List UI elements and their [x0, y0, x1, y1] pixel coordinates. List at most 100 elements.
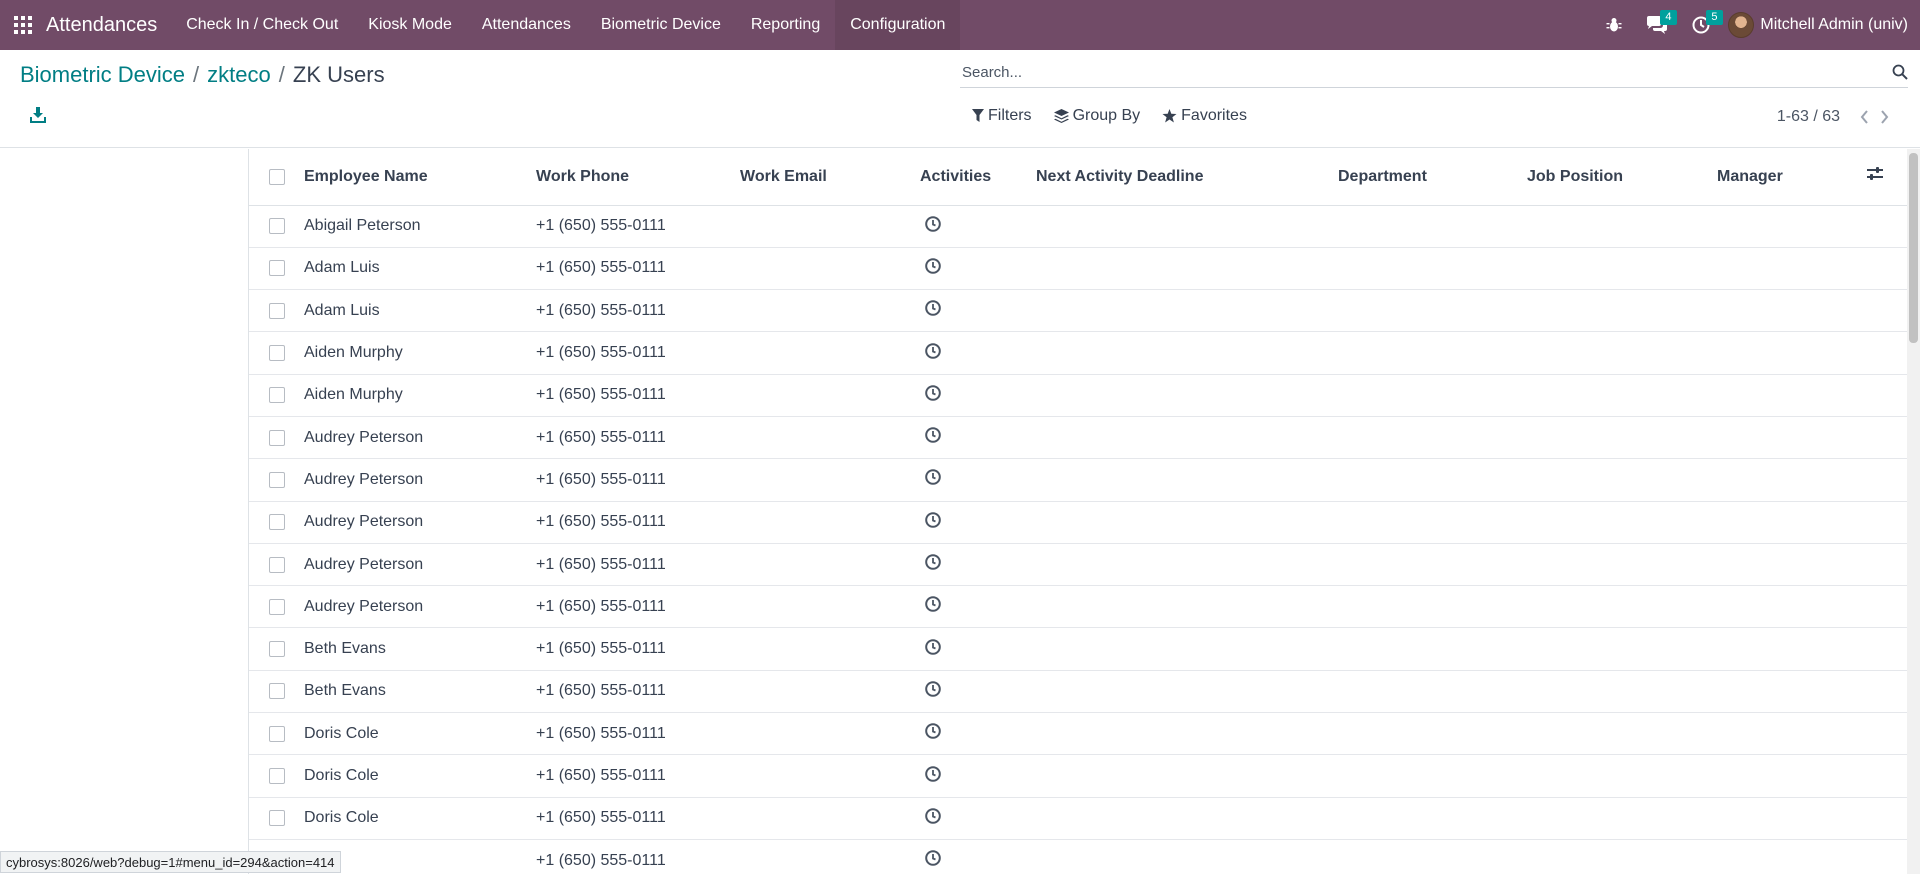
job-position-cell[interactable] [1527, 247, 1717, 289]
job-position-cell[interactable] [1527, 416, 1717, 458]
menu-attendances[interactable]: Attendances [467, 0, 586, 50]
group-by-button[interactable]: Group By [1053, 107, 1140, 125]
activity-clock-icon[interactable] [925, 638, 941, 655]
work-phone-cell[interactable]: +1 (650) 555-0111 [536, 628, 740, 670]
column-employee-name[interactable]: Employee Name [304, 149, 536, 205]
department-cell[interactable] [1338, 839, 1527, 874]
row-checkbox[interactable] [269, 725, 285, 742]
job-position-cell[interactable] [1527, 205, 1717, 247]
work-phone-cell[interactable]: +1 (650) 555-0111 [536, 290, 740, 332]
row-checkbox[interactable] [269, 683, 285, 700]
activity-clock-icon[interactable] [925, 258, 941, 274]
employee-name-cell[interactable]: Doris Cole [304, 755, 536, 797]
employee-name-cell[interactable]: Audrey Peterson [304, 416, 536, 458]
manager-cell[interactable] [1717, 374, 1867, 416]
column-department[interactable]: Department [1338, 149, 1527, 205]
work-email-cell[interactable] [740, 205, 920, 247]
row-checkbox[interactable] [269, 260, 285, 277]
work-email-cell[interactable] [740, 670, 920, 712]
next-activity-deadline-cell[interactable] [1036, 416, 1338, 458]
job-position-cell[interactable] [1527, 797, 1717, 839]
department-cell[interactable] [1338, 290, 1527, 332]
next-activity-deadline-cell[interactable] [1036, 670, 1338, 712]
job-position-cell[interactable] [1527, 290, 1717, 332]
table-row[interactable]: Audrey Peterson +1 (650) 555-0111 [249, 501, 1907, 544]
department-cell[interactable] [1338, 459, 1527, 501]
job-position-cell[interactable] [1527, 374, 1717, 416]
department-cell[interactable] [1338, 586, 1527, 628]
work-phone-cell[interactable]: +1 (650) 555-0111 [536, 755, 740, 797]
row-checkbox[interactable] [269, 768, 285, 784]
department-cell[interactable] [1338, 416, 1527, 458]
department-cell[interactable] [1338, 543, 1527, 585]
row-checkbox[interactable] [269, 429, 285, 446]
search-icon[interactable] [1892, 64, 1908, 85]
job-position-cell[interactable] [1527, 501, 1717, 543]
department-cell[interactable] [1338, 797, 1527, 839]
work-email-cell[interactable] [740, 628, 920, 670]
user-menu[interactable]: Mitchell Admin (univ) [1722, 12, 1908, 38]
work-phone-cell[interactable]: +1 (650) 555-0111 [536, 543, 740, 585]
work-email-cell[interactable] [740, 459, 920, 501]
app-name[interactable]: Attendances [46, 14, 157, 37]
employee-name-cell[interactable]: Aiden Murphy [304, 332, 536, 374]
next-activity-deadline-cell[interactable] [1036, 839, 1338, 874]
department-cell[interactable] [1338, 501, 1527, 543]
table-row[interactable]: Doris Cole +1 (650) 555-0111 [249, 755, 1907, 798]
column-job-position[interactable]: Job Position [1527, 149, 1717, 205]
row-checkbox[interactable] [269, 302, 285, 319]
department-cell[interactable] [1338, 374, 1527, 416]
activity-clock-icon[interactable] [925, 342, 941, 359]
pager-next-icon[interactable] [1874, 110, 1894, 124]
menu-biometric-device[interactable]: Biometric Device [586, 0, 736, 50]
work-phone-cell[interactable]: +1 (650) 555-0111 [536, 501, 740, 543]
activity-clock-icon[interactable] [925, 850, 941, 866]
work-email-cell[interactable] [740, 332, 920, 374]
work-phone-cell[interactable]: +1 (650) 555-0111 [536, 459, 740, 501]
table-row[interactable]: +1 (650) 555-0111 [249, 839, 1907, 874]
work-phone-cell[interactable]: +1 (650) 555-0111 [536, 586, 740, 628]
manager-cell[interactable] [1717, 628, 1867, 670]
department-cell[interactable] [1338, 755, 1527, 797]
next-activity-deadline-cell[interactable] [1036, 586, 1338, 628]
employee-name-cell[interactable]: Abigail Peterson [304, 205, 536, 247]
next-activity-deadline-cell[interactable] [1036, 290, 1338, 332]
work-email-cell[interactable] [740, 543, 920, 585]
next-activity-deadline-cell[interactable] [1036, 628, 1338, 670]
employee-name-cell[interactable]: Audrey Peterson [304, 586, 536, 628]
next-activity-deadline-cell[interactable] [1036, 543, 1338, 585]
work-email-cell[interactable] [740, 374, 920, 416]
next-activity-deadline-cell[interactable] [1036, 374, 1338, 416]
work-email-cell[interactable] [740, 713, 920, 755]
breadcrumb-biometric-device[interactable]: Biometric Device [20, 62, 185, 88]
job-position-cell[interactable] [1527, 586, 1717, 628]
messages-chat-icon[interactable]: 4 [1634, 0, 1680, 50]
work-phone-cell[interactable]: +1 (650) 555-0111 [536, 797, 740, 839]
work-email-cell[interactable] [740, 797, 920, 839]
work-phone-cell[interactable]: +1 (650) 555-0111 [536, 332, 740, 374]
manager-cell[interactable] [1717, 205, 1867, 247]
column-manager[interactable]: Manager [1717, 149, 1867, 205]
row-checkbox[interactable] [269, 810, 285, 827]
work-email-cell[interactable] [740, 839, 920, 874]
app-grid-icon[interactable] [0, 0, 46, 50]
row-checkbox[interactable] [269, 471, 285, 488]
search-input[interactable] [960, 64, 1860, 81]
work-email-cell[interactable] [740, 501, 920, 543]
table-row[interactable]: Doris Cole +1 (650) 555-0111 [249, 713, 1907, 755]
job-position-cell[interactable] [1527, 713, 1717, 755]
employee-name-cell[interactable]: Adam Luis [304, 290, 536, 332]
activity-clock-icon[interactable] [925, 554, 941, 570]
scrollbar-thumb[interactable] [1909, 153, 1918, 343]
job-position-cell[interactable] [1527, 543, 1717, 585]
activity-clock-icon[interactable] [925, 596, 941, 613]
table-row[interactable]: Aiden Murphy +1 (650) 555-0111 [249, 332, 1907, 375]
manager-cell[interactable] [1717, 501, 1867, 543]
next-activity-deadline-cell[interactable] [1036, 247, 1338, 289]
menu-check-in-check-out[interactable]: Check In / Check Out [171, 0, 353, 50]
manager-cell[interactable] [1717, 416, 1867, 458]
table-row[interactable]: Abigail Peterson +1 (650) 555-0111 [249, 205, 1907, 248]
manager-cell[interactable] [1717, 713, 1867, 755]
activity-clock-icon[interactable] [925, 511, 941, 528]
job-position-cell[interactable] [1527, 628, 1717, 670]
